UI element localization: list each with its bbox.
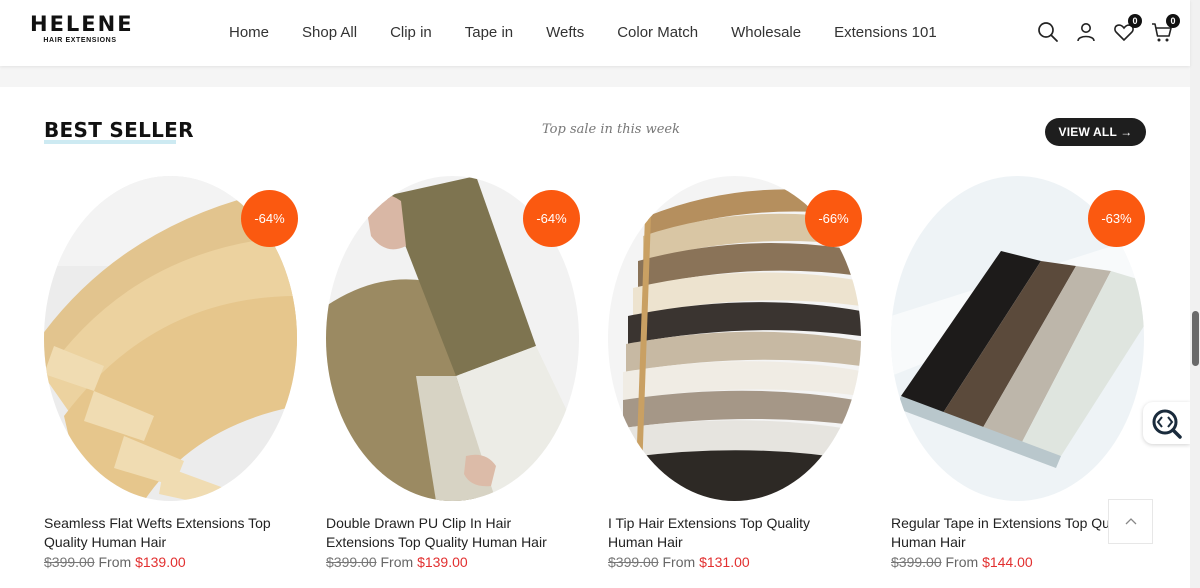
cart-count-badge: 0 — [1166, 14, 1180, 28]
old-price: $399.00 — [608, 554, 659, 570]
product-card[interactable]: -66% I Tip Hair Extensions Top Quality H… — [608, 176, 864, 572]
from-label: From — [380, 554, 414, 570]
old-price: $399.00 — [44, 554, 95, 570]
product-image[interactable]: -63% — [891, 176, 1145, 501]
product-image[interactable]: -66% — [608, 176, 862, 501]
product-title[interactable]: Seamless Flat Wefts Extensions Top Quali… — [44, 514, 294, 552]
back-to-top-button[interactable] — [1108, 499, 1153, 544]
nav-extensions-101[interactable]: Extensions 101 — [834, 24, 937, 41]
product-title[interactable]: Double Drawn PU Clip In Hair Extensions … — [326, 514, 576, 552]
nav-wefts[interactable]: Wefts — [546, 24, 584, 41]
sale-price: $144.00 — [982, 554, 1033, 570]
sale-price: $131.00 — [699, 554, 750, 570]
from-label: From — [662, 554, 696, 570]
old-price: $399.00 — [326, 554, 377, 570]
discount-badge: -64% — [523, 190, 580, 247]
product-price: $399.00 From $131.00 — [608, 553, 864, 572]
nav-shop-all[interactable]: Shop All — [302, 24, 357, 41]
chevron-up-icon — [1125, 518, 1137, 525]
cart-icon[interactable]: 0 — [1150, 14, 1180, 44]
discount-badge: -64% — [241, 190, 298, 247]
old-price: $399.00 — [891, 554, 942, 570]
logo-main: HELENE — [30, 12, 134, 36]
product-image[interactable]: -64% — [44, 176, 298, 501]
visual-search-widget[interactable] — [1143, 402, 1190, 444]
discount-badge: -63% — [1088, 190, 1145, 247]
visual-search-icon — [1152, 409, 1182, 439]
product-title[interactable]: Regular Tape in Extensions Top Quality H… — [891, 514, 1141, 552]
site-header: HELENE HAIR EXTENSIONS Home Shop All Cli… — [0, 0, 1190, 66]
header-icons: 0 0 — [1036, 14, 1180, 44]
main-nav: Home Shop All Clip in Tape in Wefts Colo… — [229, 24, 937, 41]
product-price: $399.00 From $144.00 — [891, 553, 1147, 572]
scrollbar[interactable] — [1190, 0, 1200, 588]
logo[interactable]: HELENE HAIR EXTENSIONS — [30, 12, 134, 44]
product-price: $399.00 From $139.00 — [326, 553, 582, 572]
nav-clip-in[interactable]: Clip in — [390, 24, 432, 41]
product-title[interactable]: I Tip Hair Extensions Top Quality Human … — [608, 514, 858, 552]
product-image[interactable]: -64% — [326, 176, 580, 501]
heart-icon[interactable]: 0 — [1112, 14, 1142, 44]
product-card[interactable]: -64% Double Drawn PU Clip In Hair Extens… — [326, 176, 582, 572]
wishlist-count-badge: 0 — [1128, 14, 1142, 28]
nav-color-match[interactable]: Color Match — [617, 24, 698, 41]
scrollbar-thumb[interactable] — [1192, 311, 1199, 366]
product-card[interactable]: -64% Seamless Flat Wefts Extensions Top … — [44, 176, 300, 572]
from-label: From — [945, 554, 979, 570]
grey-band — [0, 66, 1190, 87]
nav-home[interactable]: Home — [229, 24, 269, 41]
nav-tape-in[interactable]: Tape in — [465, 24, 513, 41]
product-price: $399.00 From $139.00 — [44, 553, 300, 572]
sale-price: $139.00 — [135, 554, 186, 570]
discount-badge: -66% — [805, 190, 862, 247]
search-icon[interactable] — [1036, 20, 1060, 44]
sale-price: $139.00 — [417, 554, 468, 570]
logo-sub: HAIR EXTENSIONS — [43, 37, 117, 44]
nav-wholesale[interactable]: Wholesale — [731, 24, 801, 41]
user-icon[interactable] — [1074, 20, 1098, 44]
view-all-button[interactable]: VIEW ALL → — [1045, 118, 1146, 146]
section-subtitle: Top sale in this week — [542, 122, 680, 137]
from-label: From — [98, 554, 132, 570]
